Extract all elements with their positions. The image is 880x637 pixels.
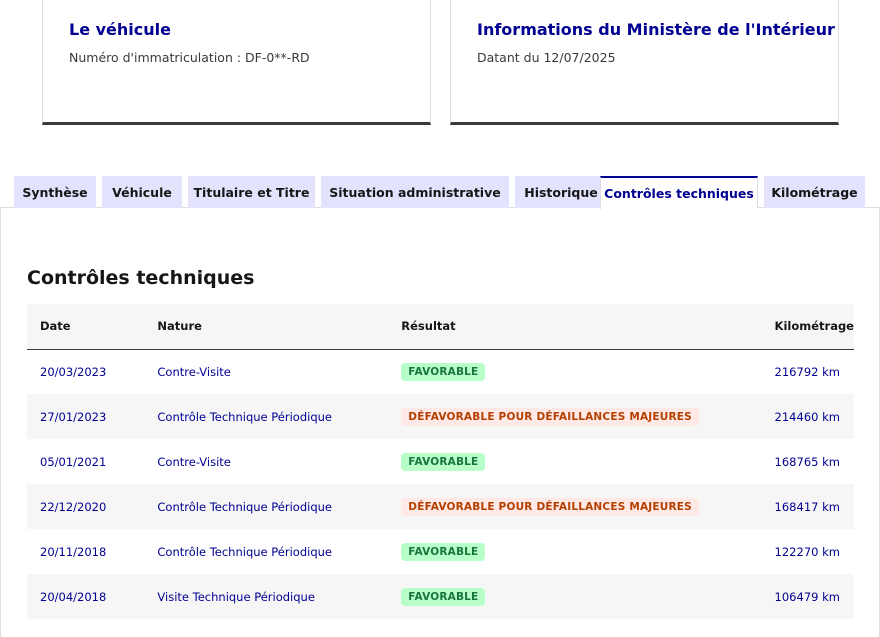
status-badge: DÉFAVORABLE POUR DÉFAILLANCES MAJEURES	[401, 497, 699, 516]
ministry-card-date: Datant du 12/07/2025	[477, 50, 616, 65]
cell-nature: Contrôle Technique Périodique	[157, 409, 332, 424]
tab-vehicule[interactable]: Véhicule	[102, 176, 182, 208]
cell-mileage: 214460 km	[774, 409, 840, 424]
vehicle-card-title: Le véhicule	[69, 20, 171, 39]
tab-controles-techniques[interactable]: Contrôles techniques	[600, 176, 758, 209]
table-row: 05/01/2021 Contre-Visite FAVORABLE 16876…	[27, 439, 854, 484]
cell-result: FAVORABLE	[388, 349, 761, 394]
cell-mileage: 216792 km	[774, 364, 840, 379]
table-row: 27/01/2023 Contrôle Technique Périodique…	[27, 394, 854, 439]
cell-result: FAVORABLE	[388, 529, 761, 574]
cell-date: 22/12/2020	[40, 499, 107, 514]
header-date[interactable]: Date	[27, 304, 144, 349]
cell-result: FAVORABLE	[388, 439, 761, 484]
table-row: 20/11/2018 Contrôle Technique Périodique…	[27, 529, 854, 574]
tab-synthese[interactable]: Synthèse	[14, 176, 96, 208]
table-header-row: Date Nature Résultat Kilométrage	[27, 304, 854, 349]
section-title: Contrôles techniques	[27, 267, 255, 289]
status-badge: DÉFAVORABLE POUR DÉFAILLANCES MAJEURES	[401, 407, 699, 426]
header-nature[interactable]: Nature	[144, 304, 388, 349]
cell-date: 05/01/2021	[40, 454, 107, 469]
cell-result: DÉFAVORABLE POUR DÉFAILLANCES MAJEURES	[388, 484, 761, 529]
technical-inspections-table: Date Nature Résultat Kilométrage 20/03/2…	[27, 304, 854, 619]
cell-mileage: 168765 km	[774, 454, 840, 469]
table-row: 22/12/2020 Contrôle Technique Périodique…	[27, 484, 854, 529]
status-badge: FAVORABLE	[401, 542, 486, 561]
registration-number: Numéro d'immatriculation : DF-0**-RD	[69, 50, 310, 65]
cell-date: 27/01/2023	[40, 409, 107, 424]
header-mileage[interactable]: Kilométrage	[762, 304, 854, 349]
tab-historique[interactable]: Historique	[515, 176, 607, 208]
cell-date: 20/11/2018	[40, 544, 107, 559]
cell-nature: Contrôle Technique Périodique	[157, 544, 332, 559]
tab-situation-administrative[interactable]: Situation administrative	[321, 176, 509, 208]
table-row: 20/03/2023 Contre-Visite FAVORABLE 21679…	[27, 349, 854, 394]
ministry-card-title: Informations du Ministère de l'Intérieur	[477, 20, 835, 39]
vehicle-card: Le véhicule Numéro d'immatriculation : D…	[42, 0, 431, 125]
cell-nature: Contrôle Technique Périodique	[157, 499, 332, 514]
cell-date: 20/04/2018	[40, 589, 107, 604]
cell-date: 20/03/2023	[40, 364, 107, 379]
tab-bar: Synthèse Véhicule Titulaire et Titre Sit…	[14, 176, 880, 209]
cell-result: DÉFAVORABLE POUR DÉFAILLANCES MAJEURES	[388, 394, 761, 439]
cell-nature: Visite Technique Périodique	[157, 589, 315, 604]
header-result[interactable]: Résultat	[388, 304, 761, 349]
tab-titulaire[interactable]: Titulaire et Titre	[188, 176, 315, 208]
cell-nature: Contre-Visite	[157, 364, 231, 379]
cell-mileage: 106479 km	[774, 589, 840, 604]
ministry-info-card: Informations du Ministère de l'Intérieur…	[450, 0, 839, 125]
status-badge: FAVORABLE	[401, 587, 486, 606]
cell-mileage: 122270 km	[774, 544, 840, 559]
status-badge: FAVORABLE	[401, 362, 486, 381]
cell-nature: Contre-Visite	[157, 454, 231, 469]
cell-result: FAVORABLE	[388, 574, 761, 619]
status-badge: FAVORABLE	[401, 452, 486, 471]
cell-mileage: 168417 km	[774, 499, 840, 514]
table-row: 20/04/2018 Visite Technique Périodique F…	[27, 574, 854, 619]
tab-kilometrage[interactable]: Kilométrage	[764, 176, 865, 208]
